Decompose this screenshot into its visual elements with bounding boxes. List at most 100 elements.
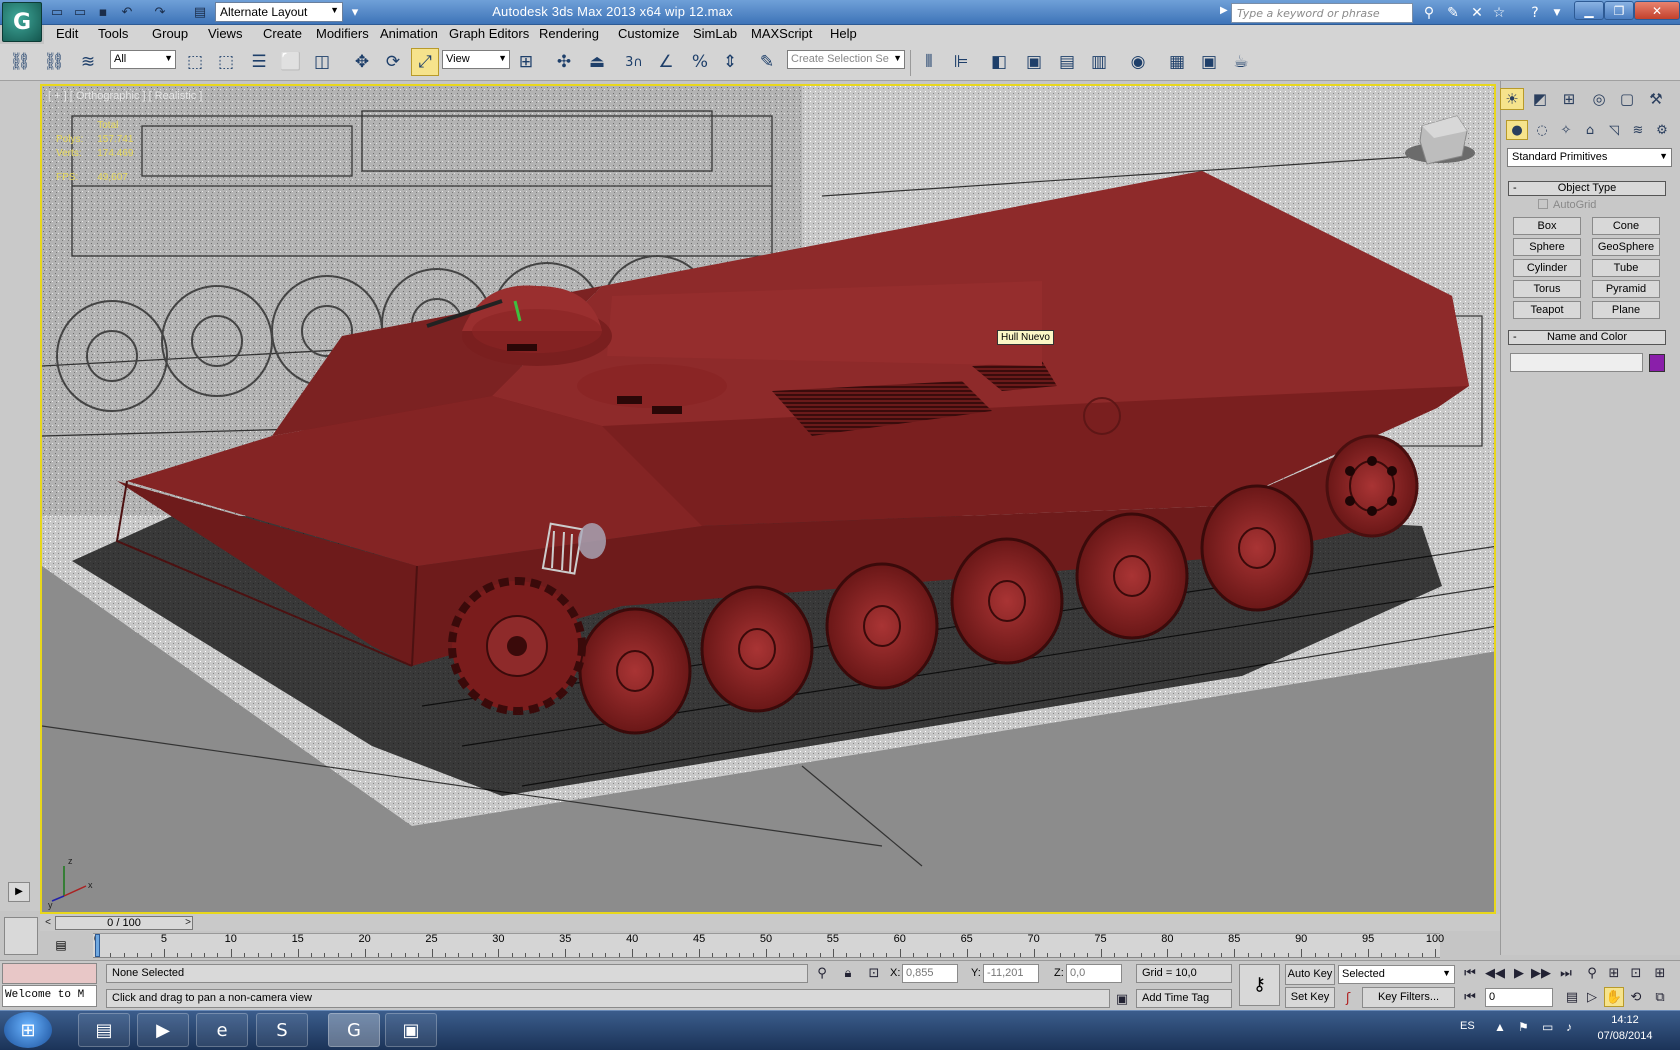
- volume-icon[interactable]: ♪: [1566, 1020, 1572, 1034]
- rectangular-selection-icon[interactable]: ⬜: [277, 48, 305, 76]
- bind-to-space-warp-icon[interactable]: ≋: [74, 48, 102, 76]
- mini-curve-editor-toggle[interactable]: [4, 917, 38, 955]
- communication-center-icon[interactable]: ✕: [1466, 3, 1488, 23]
- snaps-toggle-icon[interactable]: 3 ∩: [620, 48, 648, 76]
- orbit-icon[interactable]: ⟲: [1626, 987, 1646, 1007]
- keyboard-shortcut-override-icon[interactable]: ⏏: [583, 48, 611, 76]
- motion-tab-icon[interactable]: ◎: [1587, 88, 1611, 110]
- time-configuration-icon[interactable]: ▤: [1562, 987, 1582, 1007]
- 3ds-max-taskbar-icon[interactable]: G: [328, 1013, 380, 1047]
- menu-graph-editors[interactable]: Graph Editors: [449, 26, 529, 41]
- layer-manager-icon[interactable]: ◧: [985, 48, 1013, 76]
- z-coordinate-input[interactable]: 0,0: [1066, 964, 1122, 983]
- menu-animation[interactable]: Animation: [380, 26, 438, 41]
- absolute-mode-transform-icon[interactable]: ⊡: [864, 963, 884, 983]
- y-coordinate-input[interactable]: -11,201: [983, 964, 1039, 983]
- sphere-button[interactable]: Sphere: [1513, 238, 1581, 256]
- torus-button[interactable]: Torus: [1513, 280, 1581, 298]
- explorer-icon[interactable]: ▤: [78, 1013, 130, 1047]
- percent-snap-icon[interactable]: %: [686, 48, 714, 76]
- time-slider-next-icon[interactable]: >: [181, 916, 195, 930]
- select-and-scale-icon[interactable]: ⤢: [411, 48, 439, 76]
- viewport-label[interactable]: [ + ] [ Orthographic ] [ Realistic ]: [48, 90, 202, 102]
- search-expand-icon[interactable]: ▶: [1220, 5, 1228, 16]
- curve-editor-icon[interactable]: ▤: [1053, 48, 1081, 76]
- window-crossing-icon[interactable]: ◫: [308, 48, 336, 76]
- application-button[interactable]: G: [2, 2, 42, 42]
- maxscript-mini-listener[interactable]: Welcome to M: [2, 985, 97, 1007]
- zoom-all-icon[interactable]: ⊞: [1604, 963, 1624, 983]
- current-frame-marker[interactable]: [95, 934, 100, 957]
- lights-icon[interactable]: ✧: [1555, 120, 1577, 140]
- space-warps-icon[interactable]: ≋: [1627, 120, 1649, 140]
- name-and-color-rollout-header[interactable]: - Name and Color: [1508, 330, 1666, 345]
- photo-viewer-icon[interactable]: ▣: [385, 1013, 437, 1047]
- pyramid-button[interactable]: Pyramid: [1592, 280, 1660, 298]
- render-setup-icon[interactable]: ▦: [1163, 48, 1191, 76]
- minimize-button[interactable]: ▁: [1574, 1, 1604, 20]
- menu-maxscript[interactable]: MAXScript: [751, 26, 812, 41]
- mirror-icon[interactable]: ⫴: [915, 48, 943, 76]
- auto-key-button[interactable]: Auto Key: [1285, 964, 1335, 985]
- play-arrow-icon[interactable]: ▶: [8, 882, 30, 902]
- reference-coordinate-dropdown[interactable]: View ▼: [442, 50, 510, 69]
- select-and-rotate-icon[interactable]: ⟳: [379, 48, 407, 76]
- key-mode-toggle-icon[interactable]: ⏮: [1460, 987, 1480, 1007]
- next-frame-icon[interactable]: ▶▶: [1531, 963, 1551, 983]
- edit-named-selection-icon[interactable]: ✎: [753, 48, 781, 76]
- cameras-icon[interactable]: ⌂: [1579, 120, 1601, 140]
- key-mode-dropdown[interactable]: Selected ▼: [1338, 965, 1455, 984]
- systems-icon[interactable]: ⚙: [1651, 120, 1673, 140]
- schematic-view-icon[interactable]: ▥: [1085, 48, 1113, 76]
- pan-view-icon[interactable]: ✋: [1604, 987, 1624, 1007]
- select-object-icon[interactable]: ⬚: [181, 48, 209, 76]
- select-and-link-icon[interactable]: ⛓: [6, 48, 34, 76]
- media-player-icon[interactable]: ▶: [137, 1013, 189, 1047]
- field-of-view-icon[interactable]: ▷: [1582, 987, 1602, 1007]
- menu-simlab[interactable]: SimLab: [693, 26, 737, 41]
- play-icon[interactable]: ▶: [1509, 963, 1529, 983]
- time-slider-prev-icon[interactable]: <: [41, 916, 55, 930]
- plane-button[interactable]: Plane: [1592, 301, 1660, 319]
- selection-lock-icon[interactable]: 🔒︎: [838, 963, 858, 983]
- box-button[interactable]: Box: [1513, 217, 1581, 235]
- time-slider[interactable]: 0 / 100: [55, 916, 193, 930]
- hierarchy-tab-icon[interactable]: ⊞: [1557, 88, 1581, 110]
- select-and-move-icon[interactable]: ✥: [348, 48, 376, 76]
- zoom-extents-all-icon[interactable]: ⊞: [1650, 963, 1670, 983]
- binoculars-icon[interactable]: ⚲: [1418, 3, 1440, 23]
- internet-explorer-icon[interactable]: e: [196, 1013, 248, 1047]
- current-frame-input[interactable]: 0: [1485, 988, 1553, 1007]
- default-in-out-tangent-icon[interactable]: ʃ: [1338, 988, 1358, 1008]
- named-selection-set-dropdown[interactable]: Create Selection Se ▼: [787, 50, 905, 69]
- track-view-icon[interactable]: ▤: [50, 938, 72, 956]
- shapes-icon[interactable]: ◌: [1531, 120, 1553, 140]
- maximize-viewport-icon[interactable]: ⧉: [1650, 987, 1670, 1007]
- geosphere-button[interactable]: GeoSphere: [1592, 238, 1660, 256]
- help-dropdown-icon[interactable]: ▼: [1546, 3, 1568, 23]
- set-key-button[interactable]: Set Key: [1285, 987, 1335, 1008]
- object-name-input[interactable]: [1510, 353, 1643, 372]
- clock-time[interactable]: 14:12: [1590, 1014, 1660, 1026]
- object-type-rollout-header[interactable]: - Object Type: [1508, 181, 1666, 196]
- language-indicator[interactable]: ES: [1460, 1020, 1475, 1032]
- create-tab-icon[interactable]: ☀: [1500, 88, 1524, 110]
- time-tag-icon[interactable]: ▣: [1112, 989, 1132, 1009]
- align-icon[interactable]: ⊫: [947, 48, 975, 76]
- zoom-extents-icon[interactable]: ⊡: [1626, 963, 1646, 983]
- key-filters-button[interactable]: Key Filters...: [1362, 987, 1455, 1008]
- object-color-swatch[interactable]: [1649, 354, 1665, 372]
- close-button[interactable]: ✕: [1634, 1, 1680, 20]
- menu-customize[interactable]: Customize: [618, 26, 679, 41]
- utilities-tab-icon[interactable]: ⚒: [1644, 88, 1668, 110]
- help-icon[interactable]: ?: [1524, 3, 1546, 23]
- track-bar-ruler[interactable]: 0510152025303540455055606570758085909510…: [93, 933, 1444, 958]
- keyword-search-input[interactable]: Type a keyword or phrase: [1231, 3, 1413, 23]
- pivot-center-icon[interactable]: ⊞: [512, 48, 540, 76]
- show-hidden-icons-icon[interactable]: ▲: [1494, 1020, 1506, 1034]
- rendered-frame-window-icon[interactable]: ▣: [1195, 48, 1223, 76]
- select-by-name-icon[interactable]: ⬚: [212, 48, 240, 76]
- helpers-icon[interactable]: ◹: [1603, 120, 1625, 140]
- menu-help[interactable]: Help: [830, 26, 857, 41]
- isolate-selection-icon[interactable]: ⚲: [812, 963, 832, 983]
